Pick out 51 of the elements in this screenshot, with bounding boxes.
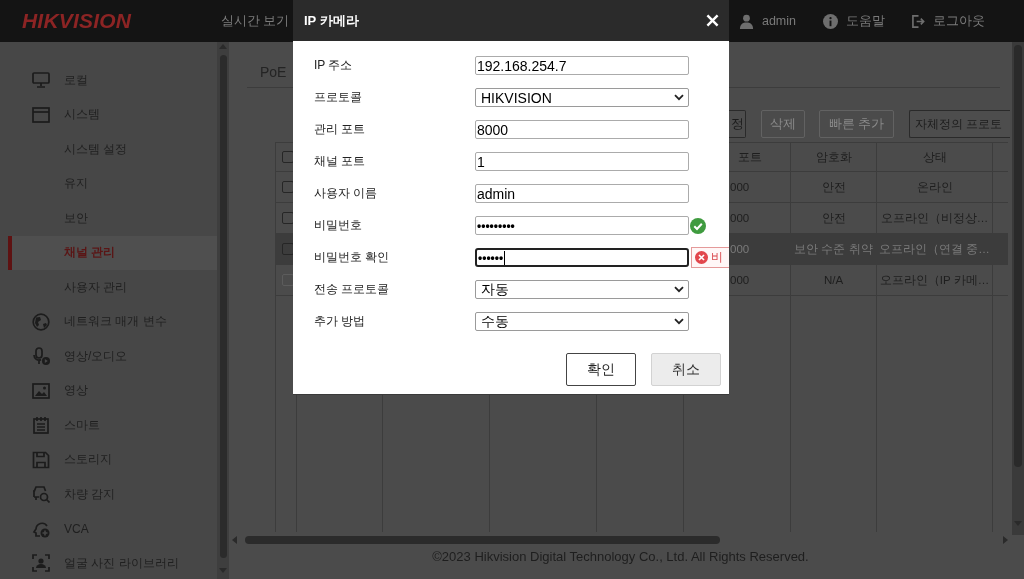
nav-link[interactable]: 실시간 보기: [221, 12, 290, 30]
scrollbar-thumb[interactable]: [245, 535, 720, 544]
text-cursor: [504, 250, 506, 265]
image-icon: [32, 381, 50, 400]
top-link[interactable]: admin: [761, 14, 796, 28]
logo: HIKVISION: [22, 9, 133, 33]
input-field[interactable]: 1: [475, 152, 689, 171]
dropdown[interactable]: 수동: [475, 312, 689, 331]
field-label: IP 주소: [314, 57, 354, 74]
input-field[interactable]: 192.168.254.7: [475, 56, 689, 75]
field-label: 프로토콜: [314, 89, 363, 106]
confirm-button[interactable]: 확인: [566, 353, 636, 386]
dialog-title: IP 카메라: [304, 11, 359, 30]
field-label: 전송 프로토콜: [314, 281, 391, 298]
table-cell: 오프라인（연결 중…: [879, 241, 990, 257]
dropdown[interactable]: 자동: [475, 280, 689, 299]
field-label: 비밀번호 확인: [314, 249, 391, 266]
field-label: 추가 방법: [314, 313, 367, 330]
globe-icon: [32, 312, 50, 331]
notepad-icon: [32, 416, 50, 435]
person-frame-icon: [32, 554, 50, 573]
close-icon[interactable]: [706, 14, 719, 27]
field-label: 비밀번호: [314, 217, 363, 234]
field-label: 채널 포트: [314, 153, 367, 170]
window-icon: [32, 105, 50, 124]
logout-icon: [912, 14, 925, 28]
table-cell: 000: [730, 243, 750, 255]
scroll-right-button[interactable]: [1003, 535, 1008, 544]
cancel-button[interactable]: 취소: [651, 353, 721, 386]
input-field[interactable]: admin: [475, 184, 689, 203]
error-text: 비: [711, 249, 723, 266]
error-icon: [695, 251, 708, 264]
head-plus-icon: [32, 519, 50, 538]
monitor-icon: [32, 71, 50, 90]
chevron-down-icon: [674, 318, 684, 325]
password-field[interactable]: •••••••••: [475, 216, 689, 235]
scroll-left-button[interactable]: [232, 535, 237, 544]
car-search-icon: [32, 485, 50, 504]
password-field[interactable]: ••••••: [475, 248, 689, 267]
field-label: 관리 포트: [314, 121, 367, 138]
chevron-down-icon: [674, 286, 684, 293]
sidebar-item[interactable]: 채널 관리: [8, 235, 217, 270]
info-icon: [823, 13, 838, 29]
input-field[interactable]: 8000: [475, 120, 689, 139]
top-link[interactable]: 로그아웃: [933, 12, 985, 30]
user-icon: [738, 13, 754, 29]
field-label: 사용자 이름: [314, 185, 379, 202]
microphone-icon: [32, 347, 50, 366]
top-link[interactable]: 도움말: [846, 12, 885, 30]
chevron-down-icon: [674, 94, 684, 101]
dropdown[interactable]: HIKVISION: [475, 88, 689, 107]
